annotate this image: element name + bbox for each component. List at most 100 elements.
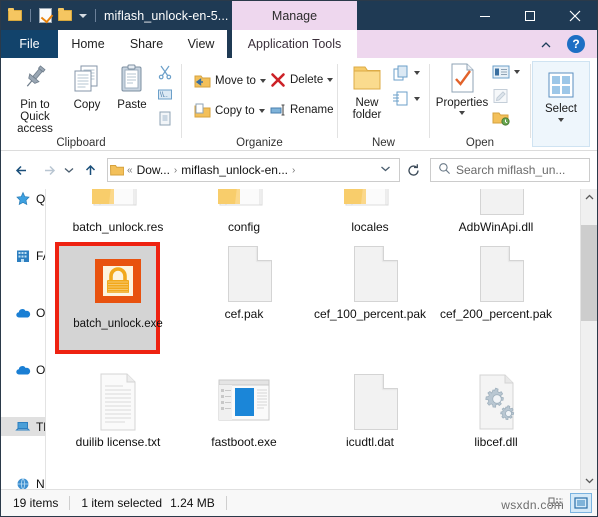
window-title: miflash_unlock-en-5... xyxy=(104,8,229,23)
sidebar-item-onedrive-1[interactable]: OneDrive xyxy=(1,303,45,322)
scrollbar-thumb[interactable] xyxy=(581,225,597,321)
file-item-cef-200-percent-pak[interactable]: cef_200_percent.pak xyxy=(433,244,559,321)
move-to-button[interactable]: Move to xyxy=(194,72,266,89)
select-grid-icon xyxy=(548,72,574,98)
new-folder-icon xyxy=(353,66,381,90)
edit-button[interactable] xyxy=(492,88,510,104)
chevron-down-icon[interactable] xyxy=(380,163,391,177)
file-item-config[interactable]: config xyxy=(181,189,307,234)
minimize-button[interactable] xyxy=(462,1,507,30)
qat-divider xyxy=(30,9,31,22)
chevron-down-icon[interactable] xyxy=(259,78,266,83)
status-item-count: 19 items xyxy=(13,496,59,510)
ribbon-group-label-clipboard: Clipboard xyxy=(56,137,106,149)
chevron-down-icon[interactable] xyxy=(414,97,420,101)
building-icon xyxy=(15,248,31,264)
file-item-icudtl-dat[interactable]: icudtl.dat xyxy=(307,372,433,449)
chevron-down-icon[interactable] xyxy=(459,111,465,115)
sidebar-item-onedrive-2[interactable]: OneDrive xyxy=(1,360,45,379)
file-item-duilib-license-txt[interactable]: duilib license.txt xyxy=(55,372,181,449)
sidebar-item-this-pc[interactable]: This PC xyxy=(1,417,45,436)
vertical-scrollbar[interactable] xyxy=(580,189,597,489)
copy-to-icon xyxy=(194,103,211,118)
ribbon-group-select[interactable]: Select xyxy=(532,61,590,147)
file-icon xyxy=(466,189,526,217)
cloud-icon xyxy=(15,305,31,321)
navigation-pane: Quick access FAST OneDrive OneDrive xyxy=(1,189,46,489)
chevron-down-icon[interactable] xyxy=(514,70,520,74)
file-item-cef-pak[interactable]: cef.pak xyxy=(181,244,307,321)
breadcrumb-item-1[interactable]: miflash_unlock-en... xyxy=(178,163,291,177)
pin-to-quick-access-button[interactable]: Pin to Quick access xyxy=(7,62,63,135)
file-name: cef.pak xyxy=(224,307,264,321)
chevron-down-icon[interactable] xyxy=(79,13,87,18)
scroll-down-button[interactable] xyxy=(581,472,597,489)
folder-icon[interactable] xyxy=(7,7,24,24)
file-item-locales[interactable]: locales xyxy=(307,189,433,234)
file-item-cef-100-percent-pak[interactable]: cef_100_percent.pak xyxy=(307,244,433,321)
open-button[interactable] xyxy=(492,64,520,80)
tab-share[interactable]: Share xyxy=(118,30,175,58)
properties-icon[interactable] xyxy=(37,7,54,24)
file-item-adbwinapi-dll[interactable]: AdbWinApi.dll xyxy=(433,189,559,234)
cut-button[interactable] xyxy=(157,64,173,80)
forward-button[interactable] xyxy=(35,157,61,183)
sidebar-item-network[interactable]: Network xyxy=(1,474,45,489)
refresh-button[interactable] xyxy=(400,158,426,182)
tab-file[interactable]: File xyxy=(1,30,58,58)
address-input[interactable]: « Dow... › miflash_unlock-en... › xyxy=(107,158,400,182)
easy-access-button[interactable] xyxy=(392,90,420,108)
tab-view[interactable]: View xyxy=(175,30,227,58)
sidebar-item-quick-access[interactable]: Quick access xyxy=(1,189,45,208)
chevron-down-icon[interactable] xyxy=(414,71,420,75)
rename-button[interactable]: Rename xyxy=(270,102,333,118)
large-icons-view-button[interactable] xyxy=(570,493,592,513)
breadcrumb-chevron-1[interactable]: › xyxy=(291,165,296,176)
sidebar-item-fast[interactable]: FAST xyxy=(1,246,45,265)
title-bar: miflash_unlock-en-5... Manage xyxy=(1,1,597,30)
maximize-button[interactable] xyxy=(507,1,552,30)
file-item-batch_unlock-res[interactable]: batch_unlock.res xyxy=(55,189,181,234)
breadcrumb-item-0[interactable]: Dow... xyxy=(134,163,173,177)
breadcrumb-overflow[interactable]: « xyxy=(126,165,134,176)
new-item-button[interactable] xyxy=(392,64,420,82)
file-list[interactable]: batch_unlock.res config locales AdbWinAp… xyxy=(47,189,579,489)
properties-icon xyxy=(451,63,474,93)
status-selection: 1 item selected xyxy=(81,496,163,510)
chevron-up-icon[interactable] xyxy=(539,38,553,52)
properties-button[interactable]: Properties xyxy=(434,62,490,115)
scroll-up-button[interactable] xyxy=(581,189,597,206)
paste-button[interactable]: Paste xyxy=(109,62,155,111)
up-button[interactable] xyxy=(77,157,103,183)
tab-application-tools[interactable]: Application Tools xyxy=(232,30,357,58)
ribbon: Pin to Quick access Copy Paste \\.. Clip… xyxy=(1,58,597,151)
history-icon xyxy=(492,112,510,126)
delete-button[interactable]: Delete xyxy=(270,72,334,88)
chevron-down-icon[interactable] xyxy=(558,118,564,122)
select-button[interactable]: Select xyxy=(534,70,588,122)
rename-icon xyxy=(270,104,285,116)
recent-locations-button[interactable] xyxy=(61,157,77,183)
search-input[interactable]: Search miflash_un... xyxy=(430,158,590,182)
new-folder-button[interactable]: New folder xyxy=(344,62,390,121)
copy-to-button[interactable]: Copy to xyxy=(194,102,265,119)
folder-icon xyxy=(340,189,400,217)
copy-button[interactable]: Copy xyxy=(65,62,109,111)
close-button[interactable] xyxy=(552,1,597,30)
explorer-body: Quick access FAST OneDrive OneDrive xyxy=(1,189,597,489)
paste-shortcut-button[interactable] xyxy=(157,110,173,126)
file-item-fastboot-exe[interactable]: fastboot.exe xyxy=(181,372,307,449)
back-button[interactable] xyxy=(9,157,35,183)
contextual-tab-band xyxy=(357,30,597,58)
help-icon[interactable]: ? xyxy=(567,35,585,53)
qat-divider-2 xyxy=(95,9,96,22)
chevron-down-icon[interactable] xyxy=(327,78,334,82)
new-folder-icon[interactable] xyxy=(57,7,74,24)
details-view-button[interactable] xyxy=(545,493,567,513)
file-item-libcef-dll[interactable]: libcef.dll xyxy=(433,372,559,449)
tab-home[interactable]: Home xyxy=(58,30,118,58)
chevron-down-icon[interactable] xyxy=(258,108,265,113)
file-item-batch_unlock-exe[interactable]: batch_unlock.exe xyxy=(55,242,181,354)
history-button[interactable] xyxy=(492,110,510,126)
copy-path-button[interactable]: \\.. xyxy=(157,87,173,103)
